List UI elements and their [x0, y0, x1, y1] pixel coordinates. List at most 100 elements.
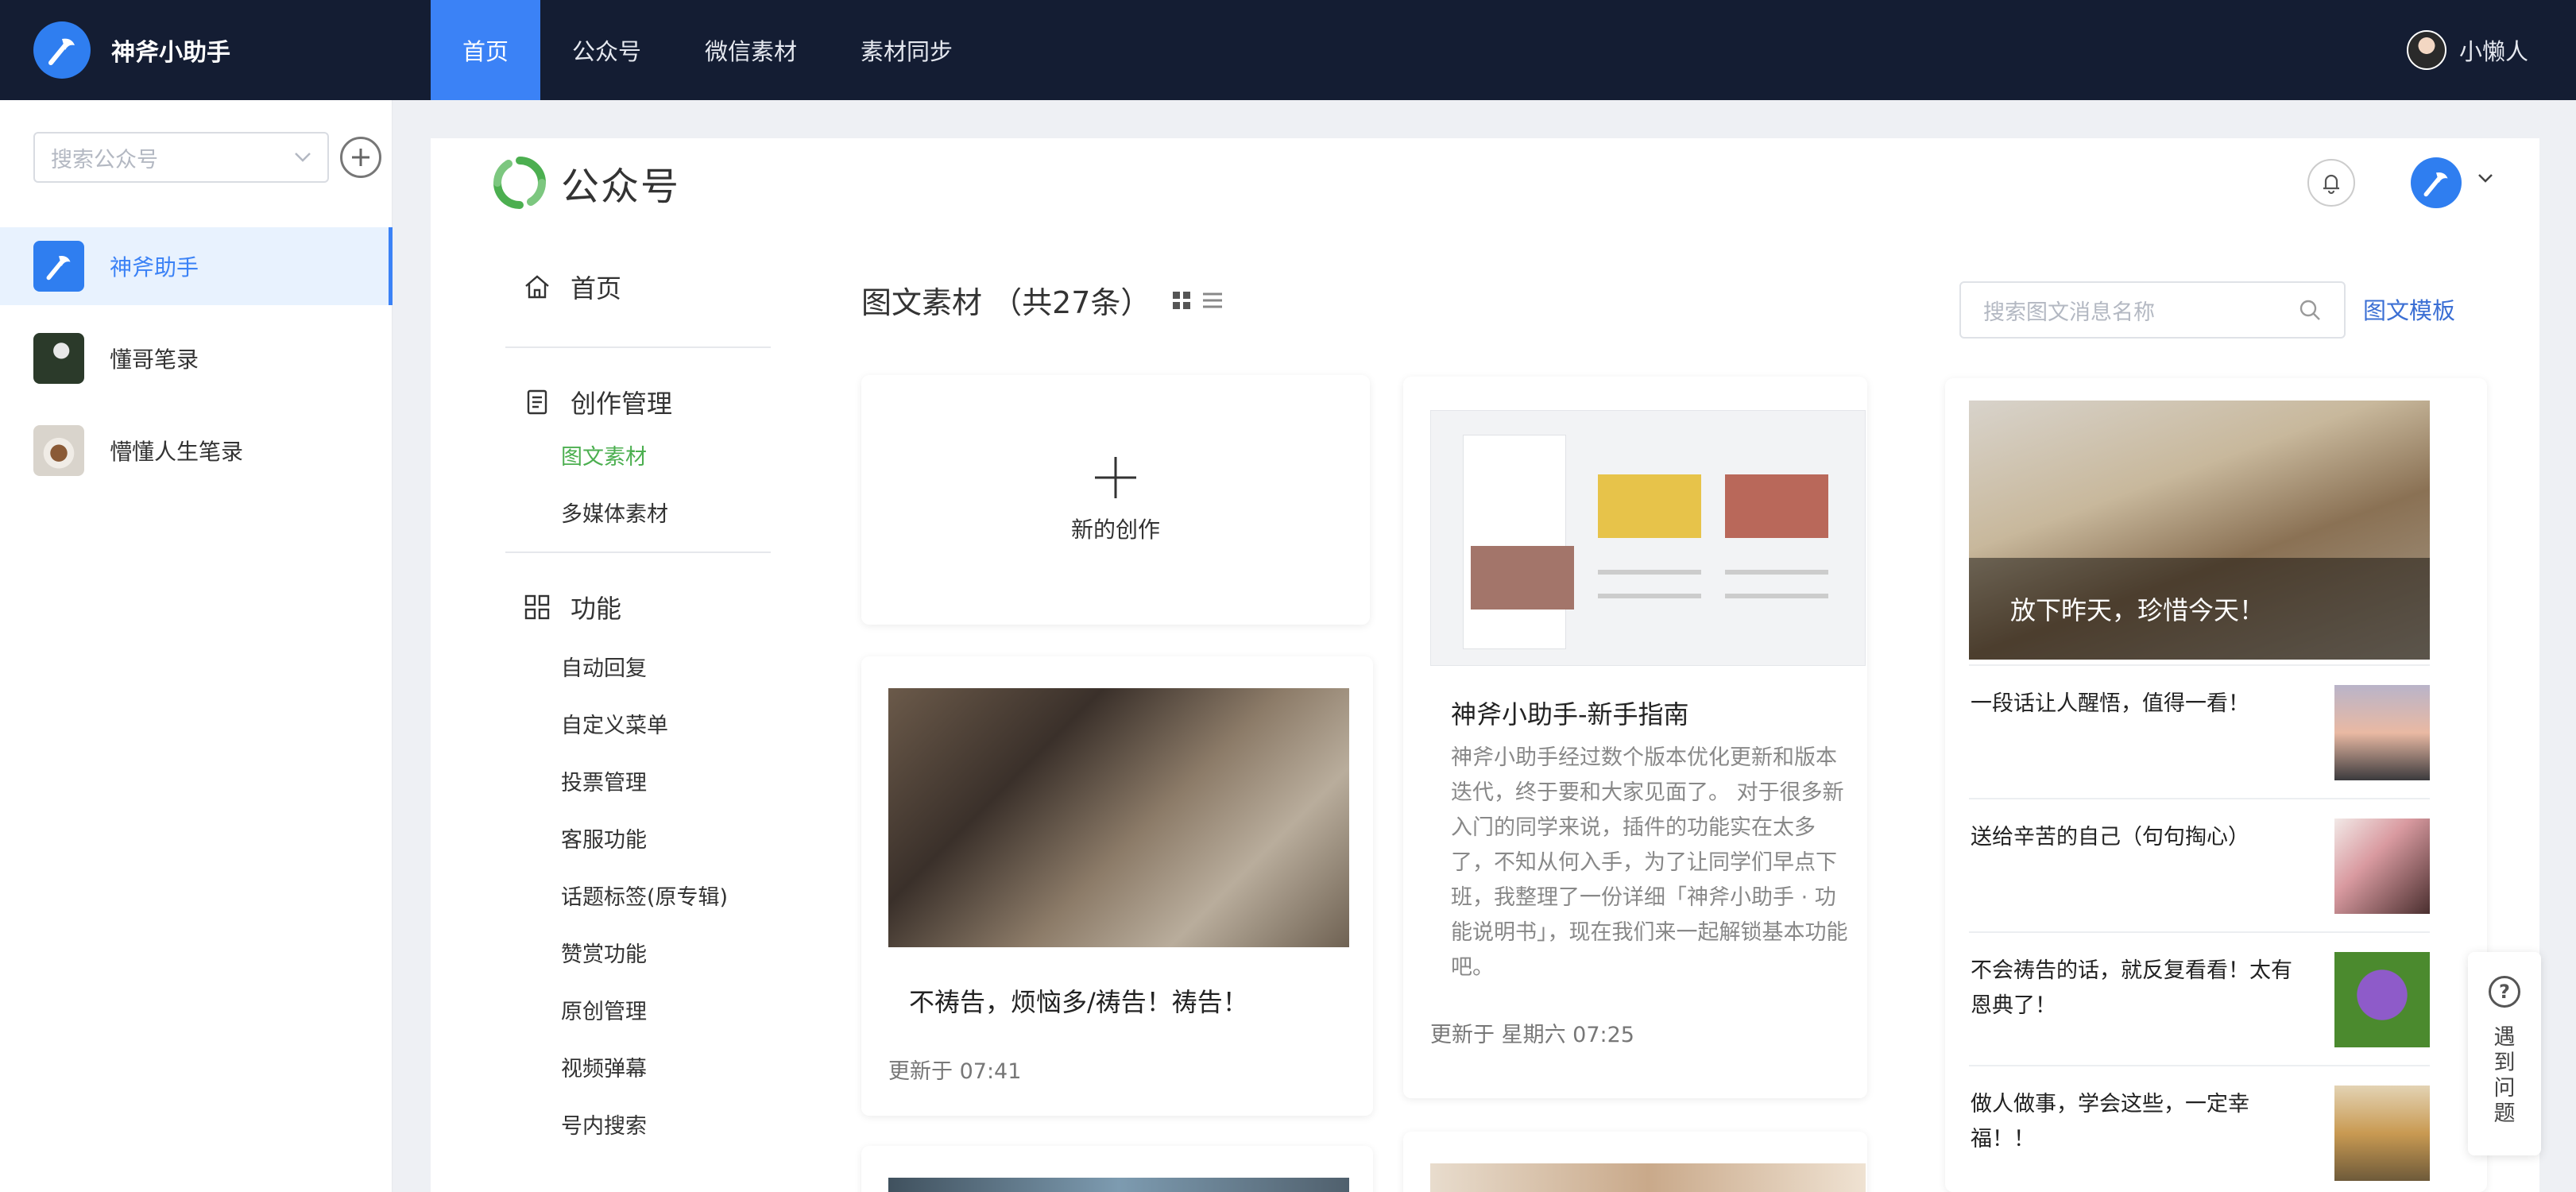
menu-item-topic-tags[interactable]: 话题标签(原专辑): [505, 866, 771, 923]
main-panel: 公众号 首页 创作管理 图文素材 多媒体素材 功能 自动回复 自定义菜单 投票管…: [431, 138, 2539, 1192]
axe-logo-icon: [2423, 172, 2448, 197]
sub-article-item[interactable]: 一段话让人醒悟，值得一看！: [1969, 664, 2430, 798]
article-card[interactable]: 神斧小助手-新手指南 神斧小助手经过数个版本优化更新和版本迭代，终于要和大家见面…: [1403, 377, 1867, 1098]
list-title: 图文素材 （共27条）: [861, 278, 1224, 322]
main-nav: 首页 公众号 微信素材 素材同步: [431, 0, 984, 100]
menu-group-label: 创作管理: [571, 389, 673, 419]
new-creation-card[interactable]: 新的创作: [861, 375, 1370, 625]
nav-wechat-materials[interactable]: 微信素材: [673, 0, 829, 100]
multi-article-card[interactable]: 放下昨天，珍惜今天！ 一段话让人醒悟，值得一看！ 送给辛苦的自己（句句掏心） 不…: [1945, 378, 2487, 1192]
plus-icon: [352, 149, 369, 166]
menu-item-vote[interactable]: 投票管理: [505, 752, 771, 809]
menu-item-danmaku[interactable]: 视频弹幕: [505, 1038, 771, 1095]
brand-name: 神斧小助手: [111, 39, 230, 67]
article-updated: 更新于 07:41: [888, 1059, 1022, 1084]
brand[interactable]: 神斧小助手: [0, 0, 431, 100]
account-item[interactable]: 懵懂人生笔录: [0, 412, 393, 490]
account-sidebar: 搜索公众号 神斧助手 懂哥笔录 懵懂人生笔录: [0, 100, 393, 1192]
article-title: 不祷告，烦恼多/祷告！祷告！: [909, 987, 1248, 1017]
account-avatar: [33, 425, 84, 476]
question-icon: ?: [2489, 976, 2520, 1008]
article-cover-image: [1430, 1163, 1866, 1192]
feature-menu: 首页 创作管理 图文素材 多媒体素材 功能 自动回复 自定义菜单 投票管理 客服…: [505, 227, 771, 1152]
sub-article-title: 不会祷告的话，就反复看看！太有恩典了！: [1971, 958, 2292, 1018]
account-name: 懂哥笔录: [110, 346, 199, 373]
nav-home[interactable]: 首页: [431, 0, 541, 100]
account-name: 神斧助手: [110, 254, 199, 281]
nav-official-accounts[interactable]: 公众号: [540, 0, 673, 100]
sub-article-title: 一段话让人醒悟，值得一看！: [1971, 691, 2249, 716]
chevron-down-icon[interactable]: [2477, 173, 2493, 184]
main-header: 公众号: [431, 138, 2539, 227]
sub-article-thumb: [2334, 952, 2430, 1047]
user-name: 小懒人: [2458, 38, 2528, 65]
view-toggle: [1171, 290, 1224, 311]
content-area: 首页 创作管理 图文素材 多媒体素材 功能 自动回复 自定义菜单 投票管理 客服…: [431, 227, 2539, 1192]
search-icon[interactable]: [2298, 298, 2322, 322]
article-card[interactable]: [861, 1146, 1373, 1192]
account-item[interactable]: 神斧助手: [0, 227, 393, 305]
article-card[interactable]: [1403, 1132, 1867, 1192]
menu-item-custom-menu[interactable]: 自定义菜单: [505, 695, 771, 752]
menu-item-articles[interactable]: 图文素材: [505, 426, 771, 483]
user-avatar: [2406, 30, 2446, 70]
sub-article-item[interactable]: 不会祷告的话，就反复看看！太有恩典了！: [1969, 931, 2430, 1065]
account-item[interactable]: 懂哥笔录: [0, 319, 393, 397]
sub-article-thumb: [2334, 819, 2430, 914]
notification-button[interactable]: [2307, 159, 2355, 207]
article-card[interactable]: 不祷告，烦恼多/祷告！祷告！ 更新于 07:41: [861, 656, 1373, 1116]
article-summary: 神斧小助手经过数个版本优化更新和版本迭代，终于要和大家见面了。 对于很多新入门的…: [1451, 745, 1848, 980]
sub-article-thumb: [2334, 1086, 2430, 1181]
add-account-button[interactable]: [340, 137, 381, 178]
article-cover-image: 放下昨天，珍惜今天！: [1969, 401, 2430, 660]
sub-article-title: 送给辛苦的自己（句句掏心）: [1971, 825, 2249, 849]
menu-home[interactable]: 首页: [505, 227, 771, 348]
hero-caption: 放下昨天，珍惜今天！: [1969, 558, 2430, 660]
home-icon: [525, 275, 549, 299]
template-link[interactable]: 图文模板: [2363, 292, 2455, 326]
menu-item-reward[interactable]: 赞赏功能: [505, 923, 771, 981]
account-name: 懵懂人生笔录: [110, 439, 244, 465]
nav-material-sync[interactable]: 素材同步: [829, 0, 984, 100]
user-menu[interactable]: 小懒人: [2406, 0, 2528, 100]
article-updated: 更新于 星期六 07:25: [1430, 1023, 1634, 1047]
account-list: 神斧助手 懂哥笔录 懵懂人生笔录: [0, 227, 393, 504]
menu-item-search[interactable]: 号内搜索: [505, 1095, 771, 1152]
list-view-icon[interactable]: [1201, 290, 1224, 311]
article-search-input[interactable]: 搜索图文消息名称: [1959, 281, 2346, 339]
axe-logo-icon: [33, 21, 91, 79]
plus-icon: [1095, 457, 1136, 498]
help-widget[interactable]: ? 遇到问题: [2468, 952, 2541, 1155]
article-cover-image: [1430, 410, 1866, 666]
top-nav-bar: 神斧小助手 首页 公众号 微信素材 素材同步 小懒人: [0, 0, 2576, 100]
account-search-placeholder: 搜索公众号: [51, 147, 158, 172]
chevron-down-icon: [295, 153, 311, 162]
list-title-text: 图文素材 （共27条）: [861, 285, 1151, 320]
menu-item-auto-reply[interactable]: 自动回复: [505, 637, 771, 695]
article-cover-image: [888, 688, 1349, 947]
menu-home-label: 首页: [571, 273, 622, 304]
sub-article-thumb: [2334, 685, 2430, 780]
page-title: 公众号: [561, 164, 681, 209]
grid-icon: [524, 594, 550, 620]
article-title: 神斧小助手-新手指南: [1451, 699, 1689, 730]
account-avatar: [33, 333, 84, 384]
help-text: 遇到问题: [2493, 1025, 2516, 1126]
menu-item-media[interactable]: 多媒体素材: [505, 483, 771, 540]
sub-article-title: 做人做事，学会这些，一定幸福！！: [1971, 1092, 2249, 1151]
article-cover-image: [888, 1178, 1349, 1192]
menu-item-original[interactable]: 原创管理: [505, 981, 771, 1038]
article-search-placeholder: 搜索图文消息名称: [1983, 300, 2155, 325]
bell-icon: [2323, 174, 2339, 195]
wechat-logo-icon: [493, 157, 546, 209]
new-creation-label: 新的创作: [1070, 517, 1160, 543]
account-search-select[interactable]: 搜索公众号: [33, 132, 329, 183]
account-avatar-button[interactable]: [2411, 157, 2462, 208]
sub-article-item[interactable]: 做人做事，学会这些，一定幸福！！: [1969, 1065, 2430, 1192]
menu-item-customer-service[interactable]: 客服功能: [505, 809, 771, 866]
grid-view-icon[interactable]: [1171, 290, 1192, 311]
axe-logo-icon: [33, 241, 84, 292]
sub-article-item[interactable]: 送给辛苦的自己（句句掏心）: [1969, 798, 2430, 931]
document-icon: [527, 389, 547, 415]
menu-group-label: 功能: [571, 594, 622, 624]
